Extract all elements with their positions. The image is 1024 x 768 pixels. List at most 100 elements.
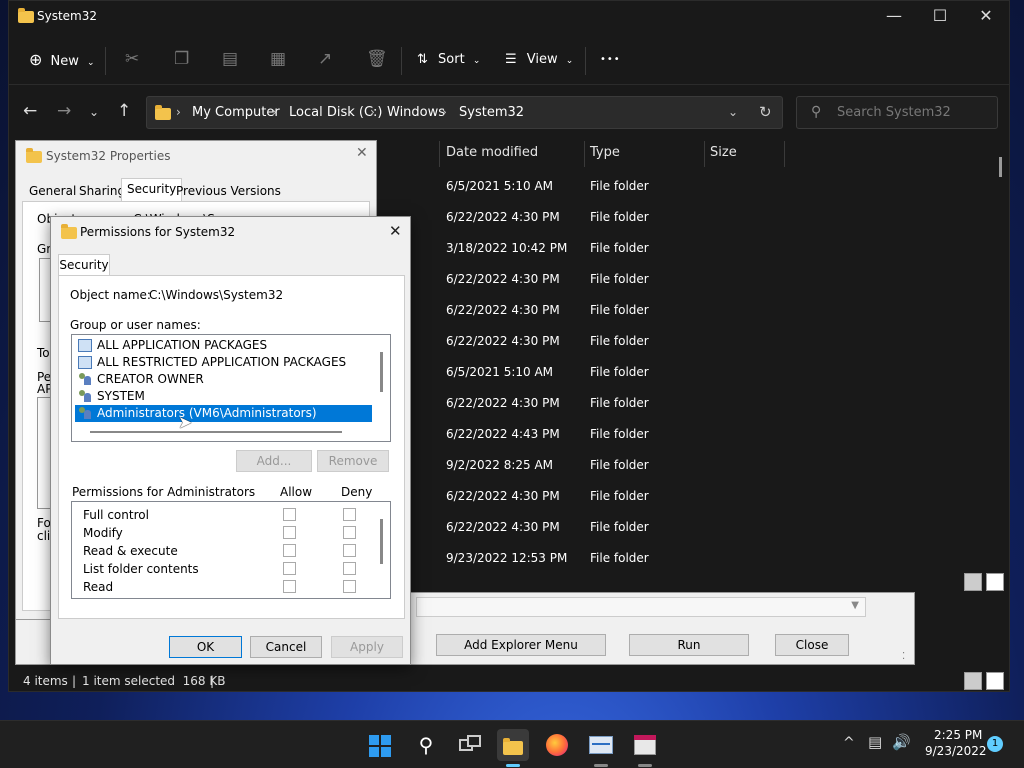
- user-list[interactable]: ALL APPLICATION PACKAGES ALL RESTRICTED …: [71, 334, 391, 442]
- task-view-icon[interactable]: [454, 729, 486, 761]
- add-explorer-menu-button[interactable]: Add Explorer Menu: [436, 634, 606, 656]
- new-button[interactable]: ⊕ New ⌄: [29, 47, 95, 73]
- breadcrumb-item[interactable]: My Computer: [192, 105, 280, 120]
- column-header-size[interactable]: Size: [710, 145, 737, 160]
- column-header-date-modified[interactable]: Date modified: [446, 145, 538, 160]
- tray-overflow-chevron-icon[interactable]: ^: [843, 735, 855, 751]
- list-item[interactable]: ALL RESTRICTED APPLICATION PACKAGES: [75, 354, 346, 371]
- resource-monitor-icon[interactable]: [585, 729, 617, 767]
- volume-icon[interactable]: 🔊: [892, 733, 911, 751]
- allow-checkbox[interactable]: [283, 544, 296, 557]
- copy-icon[interactable]: ❐: [174, 49, 189, 69]
- list-item[interactable]: CREATOR OWNER: [75, 371, 204, 388]
- table-row[interactable]: 6/22/2022 4:30 PM File folder: [446, 489, 649, 503]
- deny-checkbox[interactable]: [343, 562, 356, 575]
- list-item[interactable]: ALL APPLICATION PACKAGES: [75, 337, 267, 354]
- tab-general[interactable]: General: [24, 181, 81, 201]
- close-button[interactable]: ✕: [963, 5, 1009, 29]
- search-placeholder: Search System32: [837, 105, 951, 120]
- table-row[interactable]: 9/2/2022 8:25 AM File folder: [446, 458, 649, 472]
- details-view-button[interactable]: [964, 573, 982, 591]
- view-button[interactable]: ☰ View ⌄: [505, 47, 573, 73]
- title-bar[interactable]: System32 — ☐ ✕: [9, 1, 1009, 33]
- cancel-button[interactable]: Cancel: [250, 636, 322, 658]
- dropdown-field[interactable]: ▼: [416, 597, 866, 617]
- deny-checkbox[interactable]: [343, 544, 356, 557]
- apply-button[interactable]: Apply: [331, 636, 403, 658]
- delete-icon[interactable]: 🗑: [366, 49, 388, 69]
- notification-badge[interactable]: 1: [987, 736, 1003, 752]
- network-icon[interactable]: ▤: [868, 733, 882, 751]
- close-button[interactable]: Close: [775, 634, 849, 656]
- table-row[interactable]: 6/5/2021 5:10 AM File folder: [446, 179, 649, 193]
- tab-security[interactable]: Security: [58, 254, 110, 276]
- allow-checkbox[interactable]: [283, 580, 296, 593]
- minimize-button[interactable]: —: [871, 5, 917, 29]
- recent-locations-chevron-icon[interactable]: ⌄: [89, 105, 99, 119]
- table-row[interactable]: 3/18/2022 10:42 PM File folder: [446, 241, 649, 255]
- clock-date[interactable]: 9/23/2022: [925, 744, 987, 758]
- deny-checkbox[interactable]: [343, 508, 356, 521]
- breadcrumb-item[interactable]: System32: [459, 105, 524, 120]
- search-icon[interactable]: ⚲: [410, 729, 442, 761]
- address-dropdown-icon[interactable]: ⌄: [728, 105, 738, 119]
- allow-checkbox[interactable]: [283, 562, 296, 575]
- row-type: File folder: [590, 365, 649, 379]
- share-icon[interactable]: ↗: [318, 49, 332, 69]
- deny-checkbox[interactable]: [343, 526, 356, 539]
- allow-checkbox[interactable]: [283, 526, 296, 539]
- sort-button[interactable]: ⇅ Sort ⌄: [417, 47, 480, 73]
- table-row[interactable]: 6/22/2022 4:30 PM File folder: [446, 396, 649, 410]
- up-arrow-icon[interactable]: ↑: [117, 101, 131, 121]
- deny-checkbox[interactable]: [343, 580, 356, 593]
- paste-icon[interactable]: ▤: [222, 49, 238, 69]
- list-item[interactable]: SYSTEM: [75, 388, 145, 405]
- table-row[interactable]: 6/22/2022 4:43 PM File folder: [446, 427, 649, 441]
- more-options-button[interactable]: •••: [600, 47, 621, 73]
- ok-button[interactable]: OK: [169, 636, 242, 658]
- file-explorer-icon[interactable]: [497, 729, 529, 767]
- tiles-view-button[interactable]: [986, 672, 1004, 690]
- rename-icon[interactable]: ▦: [270, 49, 286, 69]
- forward-arrow-icon[interactable]: →: [57, 101, 71, 121]
- start-windows-icon[interactable]: [364, 729, 396, 761]
- tab-previous-versions[interactable]: Previous Versions: [171, 181, 286, 201]
- cut-icon[interactable]: ✂: [125, 49, 139, 69]
- row-type: File folder: [590, 303, 649, 317]
- permissions-list[interactable]: Full control Modify Read & execute List …: [71, 501, 391, 599]
- details-view-button[interactable]: [964, 672, 982, 690]
- list-item-selected[interactable]: Administrators (VM6\Administrators): [75, 405, 372, 422]
- column-header-type[interactable]: Type: [590, 145, 620, 160]
- vertical-scrollbar-thumb[interactable]: [380, 352, 383, 392]
- remove-button[interactable]: Remove: [317, 450, 389, 472]
- add-button[interactable]: Add...: [236, 450, 312, 472]
- clock-time[interactable]: 2:25 PM: [934, 728, 982, 742]
- table-row[interactable]: 6/5/2021 5:10 AM File folder: [446, 365, 649, 379]
- firefox-icon[interactable]: [541, 729, 573, 761]
- vertical-scrollbar-thumb[interactable]: [380, 519, 383, 564]
- table-row[interactable]: 6/22/2022 4:30 PM File folder: [446, 303, 649, 317]
- horizontal-scrollbar-thumb[interactable]: [90, 431, 342, 433]
- table-row[interactable]: 6/22/2022 4:30 PM File folder: [446, 210, 649, 224]
- close-icon[interactable]: ✕: [389, 222, 402, 240]
- tiles-view-button[interactable]: [986, 573, 1004, 591]
- run-button[interactable]: Run: [629, 634, 749, 656]
- address-bar[interactable]: › My Computer › Local Disk (C:) › Window…: [146, 96, 783, 129]
- table-row[interactable]: 6/22/2022 4:30 PM File folder: [446, 272, 649, 286]
- permission-row: Full control: [83, 508, 149, 522]
- app-window-icon[interactable]: [629, 729, 661, 767]
- refresh-icon[interactable]: ↻: [759, 103, 772, 121]
- breadcrumb-item[interactable]: Local Disk (C:): [289, 105, 382, 120]
- maximize-button[interactable]: ☐: [917, 5, 963, 29]
- table-row[interactable]: 9/23/2022 12:53 PM File folder: [446, 551, 649, 565]
- search-box[interactable]: ⚲ Search System32: [796, 96, 998, 129]
- allow-checkbox[interactable]: [283, 508, 296, 521]
- row-type: File folder: [590, 396, 649, 410]
- close-icon[interactable]: ✕: [356, 145, 368, 161]
- back-arrow-icon[interactable]: ←: [23, 101, 37, 121]
- table-row[interactable]: 6/22/2022 4:30 PM File folder: [446, 334, 649, 348]
- resize-grip-icon[interactable]: ⁚: [902, 651, 905, 662]
- breadcrumb-item[interactable]: Windows: [387, 105, 445, 120]
- scrollbar-thumb[interactable]: [999, 157, 1002, 177]
- table-row[interactable]: 6/22/2022 4:30 PM File folder: [446, 520, 649, 534]
